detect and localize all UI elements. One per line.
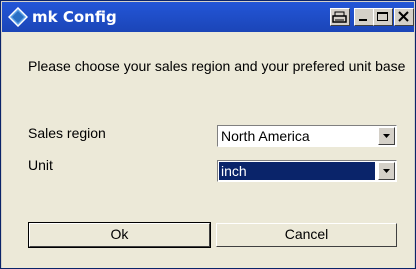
instructions-text: Please choose your sales region and your… bbox=[28, 58, 406, 74]
minimize-button[interactable] bbox=[354, 8, 374, 26]
ok-button[interactable]: Ok bbox=[28, 222, 211, 248]
unit-label: Unit bbox=[28, 157, 53, 173]
sales-region-dropdown-button[interactable] bbox=[378, 127, 395, 145]
sales-region-value: North America bbox=[221, 128, 310, 144]
chevron-down-icon bbox=[379, 164, 394, 183]
title-bar[interactable]: mk Config bbox=[2, 2, 414, 32]
window-title: mk Config bbox=[32, 8, 117, 26]
maximize-button[interactable] bbox=[373, 8, 393, 26]
unit-dropdown[interactable]: inch bbox=[217, 160, 397, 182]
close-button[interactable] bbox=[394, 8, 414, 26]
cancel-button[interactable]: Cancel bbox=[216, 223, 397, 247]
app-icon bbox=[7, 6, 29, 28]
printer-button[interactable] bbox=[330, 8, 350, 26]
sales-region-dropdown[interactable]: North America bbox=[217, 125, 397, 147]
sales-region-label: Sales region bbox=[28, 125, 106, 141]
chevron-down-icon bbox=[379, 129, 394, 148]
unit-dropdown-button[interactable] bbox=[378, 162, 395, 180]
unit-value: inch bbox=[219, 162, 375, 180]
config-window: mk Config Please choose your sales regio… bbox=[0, 0, 416, 269]
